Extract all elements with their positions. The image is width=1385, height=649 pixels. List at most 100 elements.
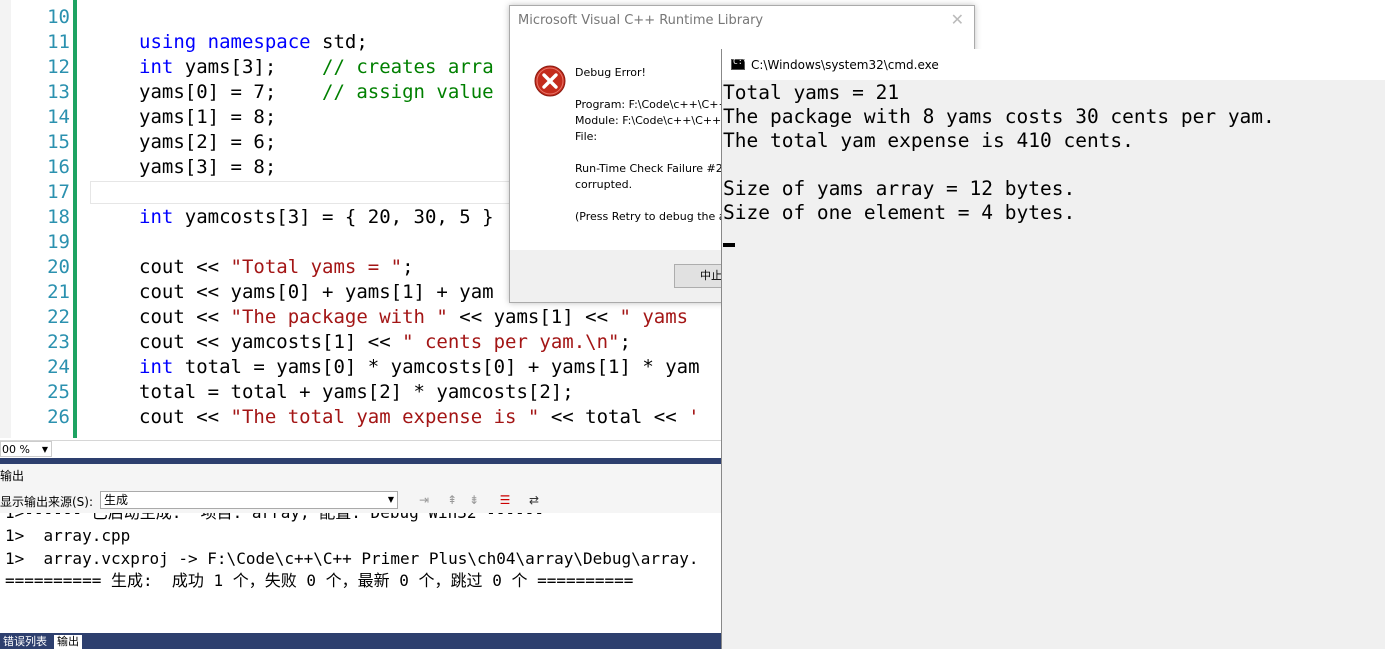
find-message-icon[interactable]: ⇥ (416, 492, 432, 508)
code-keyword: namespace (207, 31, 311, 53)
code-keyword: int (139, 56, 174, 78)
editor-status-bar: 00 % ▼ (0, 440, 722, 459)
code-string: ' (688, 406, 700, 428)
console-window: C:\ C:\Windows\system32\cmd.exe Total ya… (721, 49, 1385, 649)
output-panel-title: 输出 (0, 469, 25, 483)
dialog-failure: Run-Time Check Failure #2 - (575, 162, 731, 175)
line-number: 19 (47, 231, 70, 253)
zoom-value: 00 % (2, 443, 30, 456)
line-number: 14 (47, 106, 70, 128)
console-line: The package with 8 yams costs 30 cents p… (723, 105, 1275, 128)
line-number: 18 (47, 206, 70, 228)
code-line-24[interactable]: int total = yams[0] * yamcosts[0] + yams… (139, 355, 700, 380)
code-line-21[interactable]: cout << yams[0] + yams[1] + yam (139, 280, 494, 305)
code-text: yams[3]; (173, 56, 323, 78)
code-text: yams[1] = 8; (139, 106, 277, 128)
output-line: 1> array.cpp (5, 526, 131, 545)
close-icon[interactable]: ✕ (951, 10, 964, 29)
line-number: 16 (47, 156, 70, 178)
code-line-16[interactable]: yams[3] = 8; (139, 155, 276, 180)
console-output[interactable]: Total yams = 21 The package with 8 yams … (722, 80, 1385, 649)
line-number-gutter: 10 11 12 13 14 15 16 17 18 19 20 21 22 2… (0, 0, 72, 438)
code-string: "The package with " (230, 306, 448, 328)
code-text: yams[0] = 7; (139, 81, 323, 103)
console-line: The total yam expense is 410 cents. (723, 129, 1134, 152)
line-number: 24 (47, 356, 70, 378)
console-app-icon: C:\ (731, 57, 747, 70)
code-text: << total << (539, 406, 689, 428)
output-line: 1>------ 已启动生成: 项目: array, 配置: Debug Win… (5, 513, 544, 524)
code-line-12[interactable]: int yams[3]; // creates arra (139, 55, 494, 80)
code-string: " yams (619, 306, 700, 328)
line-number: 20 (47, 256, 70, 278)
output-text-area[interactable]: 1>------ 已启动生成: 项目: array, 配置: Debug Win… (0, 513, 722, 633)
dialog-corrupted: corrupted. (575, 178, 633, 191)
code-line-26[interactable]: cout << "The total yam expense is " << t… (139, 405, 700, 430)
console-line: Size of yams array = 12 bytes. (723, 177, 1076, 200)
code-comment: // creates arra (322, 56, 494, 78)
code-text: cout << yamcosts[1] << (139, 331, 403, 353)
output-line: ========== 生成: 成功 1 个，失败 0 个，最新 0 个，跳过 0… (5, 571, 634, 590)
output-source-label: 显示输出来源(S): (0, 495, 94, 509)
error-icon (534, 65, 566, 97)
console-line: Total yams = 21 (723, 81, 900, 104)
code-line-11[interactable]: using namespace std; (139, 30, 368, 55)
code-line-15[interactable]: yams[2] = 6; (139, 130, 276, 155)
line-number: 13 (47, 81, 70, 103)
output-panel-header: 输出 (0, 464, 722, 489)
output-toolbar: 显示输出来源(S): 生成 ▼ ⇥ ⇞ ⇟ ☰ ⇄ (0, 488, 722, 514)
clear-all-icon[interactable]: ☰ (497, 492, 513, 508)
code-line-18[interactable]: int yamcosts[3] = { 20, 30, 5 } (139, 205, 494, 230)
go-next-icon[interactable]: ⇟ (466, 492, 482, 508)
dialog-module: Module: F:\Code\c++\C++ (575, 114, 722, 127)
output-source-value: 生成 (104, 493, 129, 507)
dialog-heading: Debug Error! (575, 66, 646, 79)
output-source-select[interactable]: 生成 ▼ (100, 491, 398, 509)
code-line-23[interactable]: cout << yamcosts[1] << " cents per yam.\… (139, 330, 631, 355)
go-previous-icon[interactable]: ⇞ (444, 492, 460, 508)
code-line-20[interactable]: cout << "Total yams = "; (139, 255, 414, 280)
line-number: 11 (47, 31, 70, 53)
code-line-13[interactable]: yams[0] = 7; // assign value (139, 80, 494, 105)
code-line-25[interactable]: total = total + yams[2] * yamcosts[2]; (139, 380, 574, 405)
line-number: 23 (47, 331, 70, 353)
code-keyword: using (139, 31, 197, 53)
line-number: 12 (47, 56, 70, 78)
console-titlebar[interactable]: C:\ C:\Windows\system32\cmd.exe (722, 49, 1385, 80)
dialog-press-retry: (Press Retry to debug the ap (575, 210, 733, 223)
code-text: ; (619, 331, 631, 353)
code-text: cout << (139, 256, 231, 278)
code-text: yams[3] = 8; (139, 156, 277, 178)
line-number: 21 (47, 281, 70, 303)
code-line-14[interactable]: yams[1] = 8; (139, 105, 276, 130)
console-title: C:\Windows\system32\cmd.exe (751, 58, 939, 72)
line-number: 10 (47, 6, 70, 28)
dialog-title: Microsoft Visual C++ Runtime Library (518, 13, 764, 28)
code-text: total = yams[0] * yamcosts[0] + yams[1] … (173, 356, 700, 378)
code-line-22[interactable]: cout << "The package with " << yams[1] <… (139, 305, 700, 330)
code-string: " cents per yam.\n" (402, 331, 620, 353)
line-number: 17 (47, 181, 70, 203)
code-text: yamcosts[3] = { 20, 30, 5 } (173, 206, 494, 228)
line-number: 26 (47, 406, 70, 428)
code-string: "Total yams = " (230, 256, 403, 278)
line-number: 22 (47, 306, 70, 328)
bottom-tab-strip: 错误列表 输出 (0, 633, 722, 649)
chevron-down-icon: ▼ (41, 445, 48, 454)
dialog-program: Program: F:\Code\c++\C++ (575, 98, 728, 111)
output-line: 1> array.vcxproj -> F:\Code\c++\C++ Prim… (5, 549, 699, 568)
dialog-file: File: (575, 130, 598, 143)
code-keyword: int (139, 356, 174, 378)
zoom-dropdown[interactable]: 00 % ▼ (0, 441, 52, 457)
console-cursor (723, 243, 735, 247)
tab-output[interactable]: 输出 (54, 635, 82, 649)
code-text: cout << (139, 306, 231, 328)
code-keyword: int (139, 206, 174, 228)
line-number: 15 (47, 131, 70, 153)
chevron-down-icon: ▼ (387, 495, 394, 504)
code-text: cout << (139, 406, 231, 428)
code-text: cout << yams[0] + yams[1] + yam (139, 281, 494, 303)
word-wrap-icon[interactable]: ⇄ (526, 492, 542, 508)
tab-error-list[interactable]: 错误列表 (0, 635, 50, 649)
